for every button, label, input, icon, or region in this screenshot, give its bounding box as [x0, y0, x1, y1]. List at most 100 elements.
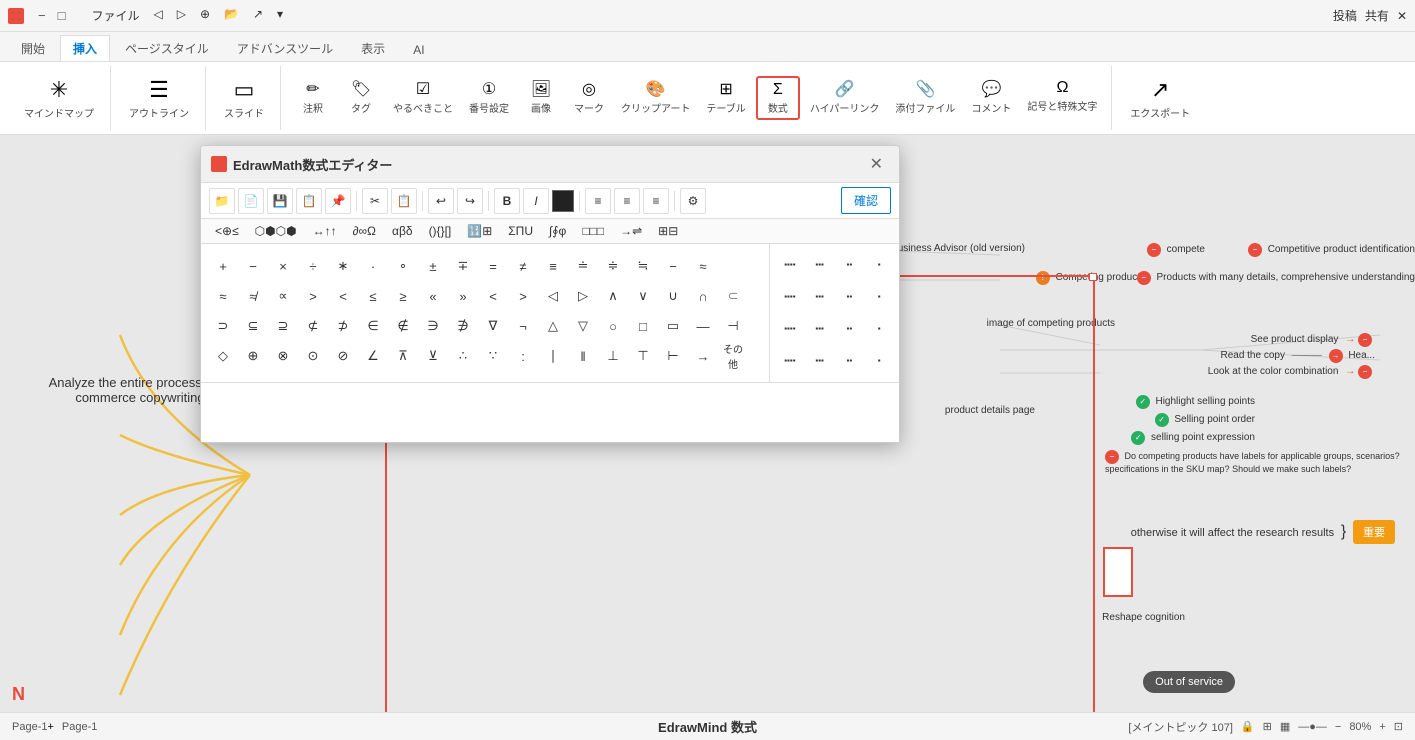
rp-33[interactable]: ▪▪ [836, 314, 864, 342]
sym-set-6[interactable]: (){}[] [423, 222, 458, 240]
tb-color-picker[interactable] [552, 190, 574, 212]
sym-equiv[interactable]: ≡ [539, 252, 567, 280]
sym-wedge[interactable]: ∧ [599, 282, 627, 310]
btn-clipart[interactable]: 🎨 クリップアート [615, 76, 696, 120]
sym-propto[interactable]: ∝ [269, 282, 297, 310]
quick-open[interactable]: 📂 [218, 5, 245, 26]
btn-slide[interactable]: ▭ スライド [216, 73, 272, 124]
quick-export[interactable]: ↗ [247, 5, 269, 26]
btn-annotation[interactable]: ✏ 注釈 [291, 76, 335, 120]
sym-diamond[interactable]: ◇ [209, 342, 237, 370]
sym-set-8[interactable]: ΣΠU [502, 222, 539, 240]
sym-rect[interactable]: ▭ [659, 312, 687, 340]
sym-prec[interactable]: < [479, 282, 507, 310]
sym-geq[interactable]: ≥ [389, 282, 417, 310]
sym-plus[interactable]: + [209, 252, 237, 280]
sym-circ[interactable]: ∘ [389, 252, 417, 280]
sym-nsupset[interactable]: ⊅ [329, 312, 357, 340]
sym-cap[interactable]: ∩ [689, 282, 717, 310]
quick-save[interactable]: ⊕ [194, 5, 216, 26]
tb-save-doc[interactable]: 💾 [267, 188, 293, 214]
zoom-in-btn[interactable]: + [1379, 721, 1385, 733]
sym-therefore[interactable]: ∴ [449, 342, 477, 370]
tb-copy-doc[interactable]: 📋 [296, 188, 322, 214]
tb-align-right[interactable]: ≡ [643, 188, 669, 214]
sym-arrow-r[interactable]: → [689, 342, 717, 370]
sym-minus[interactable]: − [239, 252, 267, 280]
sym-neg[interactable]: ¬ [509, 312, 537, 340]
tb-paste-doc[interactable]: 📌 [325, 188, 351, 214]
sym-colon[interactable]: : [509, 342, 537, 370]
handle-tr[interactable] [1089, 273, 1097, 281]
sym-in[interactable]: ∈ [359, 312, 387, 340]
btn-hyperlink[interactable]: 🔗 ハイパーリンク [804, 76, 886, 120]
btn-mindmap[interactable]: ✳ マインドマップ [16, 73, 102, 124]
right-action-share[interactable]: 共有 [1365, 7, 1389, 24]
sym-doteq[interactable]: ≐ [569, 252, 597, 280]
tab-page-style[interactable]: ページスタイル [112, 35, 222, 61]
sym-approx[interactable]: ≈ [689, 252, 717, 280]
tb-bold[interactable]: B [494, 188, 520, 214]
rp-34[interactable]: ▪ [865, 314, 893, 342]
sym-set-9[interactable]: ∫∮φ [543, 222, 572, 240]
right-action-submit[interactable]: 投稿 [1333, 7, 1357, 24]
sym-nni[interactable]: ∌ [449, 312, 477, 340]
rp-41[interactable]: ▪▪▪▪ [776, 346, 804, 374]
out-of-service-btn[interactable]: Out of service [1143, 671, 1235, 693]
sym-triangleleft[interactable]: ◁ [539, 282, 567, 310]
sym-times[interactable]: × [269, 252, 297, 280]
rp-23[interactable]: ▪▪ [836, 282, 864, 310]
sym-sub[interactable]: ⊂ [719, 282, 747, 310]
rp-43[interactable]: ▪▪ [836, 346, 864, 374]
tb-align-left[interactable]: ≡ [585, 188, 611, 214]
tb-open-doc[interactable]: 📄 [238, 188, 264, 214]
btn-formula[interactable]: Σ 数式 [756, 76, 800, 120]
tb-settings[interactable]: ⚙ [680, 188, 706, 214]
btn-export[interactable]: ↗ エクスポート [1122, 73, 1198, 124]
btn-image[interactable]: 🖼 画像 [519, 76, 563, 120]
rp-12[interactable]: ▪▪▪ [806, 250, 834, 278]
sym-eq[interactable]: = [479, 252, 507, 280]
sym-odot[interactable]: ⊙ [299, 342, 327, 370]
btn-mark[interactable]: ◎ マーク [567, 76, 611, 120]
sym-angle[interactable]: ∠ [359, 342, 387, 370]
sym-neq[interactable]: ≠ [509, 252, 537, 280]
sym-nsubset[interactable]: ⊄ [299, 312, 327, 340]
sym-napprox[interactable]: ≉ [239, 282, 267, 310]
rp-22[interactable]: ▪▪▪ [806, 282, 834, 310]
sym-because[interactable]: ∵ [479, 342, 507, 370]
tb-open-folder[interactable]: 📁 [209, 188, 235, 214]
rp-44[interactable]: ▪ [865, 346, 893, 374]
tb-undo[interactable]: ↩ [428, 188, 454, 214]
sym-oslash[interactable]: ⊘ [329, 342, 357, 370]
sym-gg[interactable]: » [449, 282, 477, 310]
orange-btn[interactable]: 重要 [1353, 520, 1395, 544]
math-input-area[interactable] [201, 382, 899, 442]
sym-vee[interactable]: ∨ [629, 282, 657, 310]
btn-table[interactable]: ⊞ テーブル [700, 76, 751, 120]
btn-attachment[interactable]: 📎 添付ファイル [889, 76, 961, 120]
sym-set-5[interactable]: αβδ [386, 222, 419, 240]
fit-btn[interactable]: ⊡ [1394, 720, 1403, 733]
tb-cut[interactable]: ✂ [362, 188, 388, 214]
title-close-btn[interactable]: ✕ [1397, 9, 1407, 23]
sym-ni[interactable]: ∋ [419, 312, 447, 340]
sym-sup[interactable]: ⊃ [209, 312, 237, 340]
sym-set-7[interactable]: 🔢⊞ [461, 222, 498, 240]
sym-leq[interactable]: ≤ [359, 282, 387, 310]
sym-barwedge[interactable]: ⊼ [389, 342, 417, 370]
tb-italic[interactable]: I [523, 188, 549, 214]
sym-vert[interactable]: ∣ [539, 342, 567, 370]
tab-advanced[interactable]: アドバンスツール [224, 35, 346, 61]
sym-gt[interactable]: > [299, 282, 327, 310]
menu-item-forward[interactable]: ▷ [171, 5, 192, 26]
tab-start[interactable]: 開始 [8, 35, 58, 61]
sym-triangle-down[interactable]: ▽ [569, 312, 597, 340]
sym-set-2[interactable]: ⬡⬢⬡⬢ [249, 222, 303, 240]
minimize-btn[interactable]: − [34, 8, 50, 23]
rp-14[interactable]: ▪ [865, 250, 893, 278]
tb-align-center[interactable]: ≡ [614, 188, 640, 214]
sym-ast[interactable]: ∗ [329, 252, 357, 280]
file-menu[interactable]: ファイル ◁ ▷ ⊕ 📂 ↗ ▾ [85, 5, 289, 26]
sym-square[interactable]: □ [629, 312, 657, 340]
